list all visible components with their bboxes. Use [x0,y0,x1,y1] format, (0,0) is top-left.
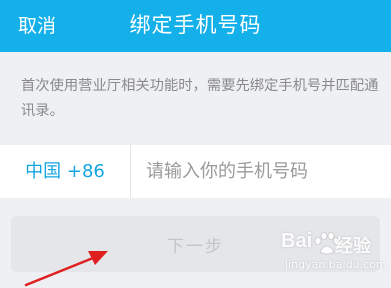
next-step-button[interactable]: 下一步 [11,216,380,272]
country-code-selector[interactable]: 中国 +86 [0,145,130,198]
description-text: 首次使用营业厅相关功能时，需要先绑定手机号并匹配通讯录。 [21,78,379,119]
divider [130,145,131,198]
header-bar: 取消 绑定手机号码 [0,0,391,52]
phone-input-row: 中国 +86 [0,145,391,198]
phone-number-input[interactable] [146,145,381,198]
page-title: 绑定手机号码 [129,13,262,37]
